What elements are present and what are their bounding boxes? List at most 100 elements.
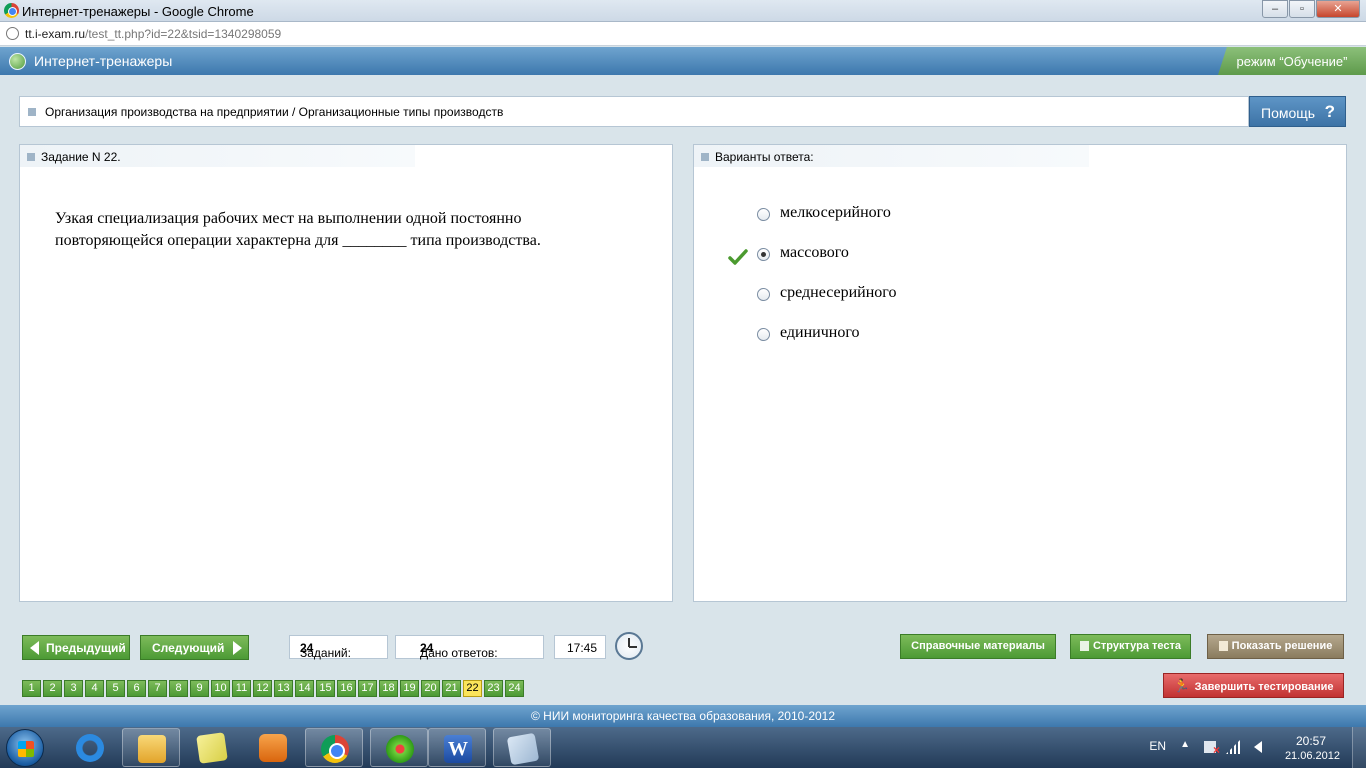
minimize-button[interactable]: –: [1262, 0, 1288, 18]
answers-panel-header: Варианты ответа:: [694, 145, 1089, 167]
page-number-button[interactable]: 21: [442, 680, 461, 697]
page-number-button[interactable]: 1: [22, 680, 41, 697]
breadcrumb-text: Организация производства на предприятии …: [45, 105, 504, 119]
radio-button[interactable]: [757, 208, 770, 221]
taskbar-sticky-notes[interactable]: [183, 728, 241, 767]
show-solution-button[interactable]: Показать решение: [1207, 634, 1344, 659]
running-man-icon: 🏃: [1173, 678, 1190, 693]
url-text[interactable]: tt.i-exam.ru/test_tt.php?id=22&tsid=1340…: [25, 27, 281, 41]
page-number-button[interactable]: 14: [295, 680, 314, 697]
window-title: Интернет-тренажеры - Google Chrome: [22, 4, 254, 19]
taskbar-notepad[interactable]: [493, 728, 551, 767]
page-number-button[interactable]: 18: [379, 680, 398, 697]
page-number-button[interactable]: 19: [400, 680, 419, 697]
clock-time[interactable]: 20:57: [1296, 734, 1326, 748]
taskbar-internet-explorer[interactable]: [61, 728, 119, 767]
answers-heading: Варианты ответа:: [715, 150, 814, 164]
internet-explorer-icon: [76, 734, 104, 762]
next-label: Следующий: [152, 641, 225, 655]
structure-label: Структура теста: [1092, 640, 1182, 652]
page-number-button[interactable]: 20: [421, 680, 440, 697]
taskbar-chrome[interactable]: [305, 728, 363, 767]
taskbar-media-player[interactable]: [244, 728, 302, 767]
reference-materials-button[interactable]: Справочные материалы: [900, 634, 1056, 659]
chrome-icon: [321, 735, 349, 763]
answers-count-box: Дано ответов: 24: [395, 635, 544, 660]
clock-date[interactable]: 21.06.2012: [1285, 750, 1340, 762]
page-number-button[interactable]: 11: [232, 680, 251, 697]
page-number-button[interactable]: 17: [358, 680, 377, 697]
app-title: Интернет-тренажеры: [34, 53, 173, 69]
help-label: Помощь: [1261, 105, 1316, 121]
page-number-button[interactable]: 13: [274, 680, 293, 697]
correct-check-icon: [728, 249, 748, 265]
list-icon: [1079, 641, 1089, 652]
finish-test-button[interactable]: 🏃 Завершить тестирование: [1163, 673, 1344, 698]
answer-text[interactable]: массового: [780, 244, 849, 262]
page-number-bar: 1 2 3 4 5 6 7 8 9 10 11 12 13 14 15 16 17 18 19 20 21 22 23 24: [22, 680, 526, 697]
previous-label: Предыдущий: [46, 641, 126, 655]
page-number-button[interactable]: 4: [85, 680, 104, 697]
answer-text[interactable]: единичного: [780, 324, 860, 342]
window-titlebar: Интернет-тренажеры - Google Chrome – ▫ ✕: [0, 0, 1366, 22]
taskbar-explorer[interactable]: [122, 728, 180, 767]
icq-flower-icon: [386, 735, 414, 763]
task-heading: Задание N 22.: [41, 150, 121, 164]
radio-button[interactable]: [757, 288, 770, 301]
address-bar[interactable]: tt.i-exam.ru/test_tt.php?id=22&tsid=1340…: [0, 22, 1366, 46]
question-line-1: Узкая специализация рабочих мест на выпо…: [55, 210, 522, 227]
page-number-button[interactable]: 15: [316, 680, 335, 697]
page-number-button[interactable]: 22: [463, 680, 482, 697]
answer-text[interactable]: мелкосерийного: [780, 204, 891, 222]
tray-arrow-icon[interactable]: ▲: [1180, 739, 1190, 750]
page-number-button[interactable]: 9: [190, 680, 209, 697]
globe-icon: [6, 27, 19, 40]
taskbar-icq[interactable]: [370, 728, 428, 767]
finish-label: Завершить тестирование: [1194, 681, 1334, 693]
page-number-button[interactable]: 8: [169, 680, 188, 697]
page-number-button[interactable]: 3: [64, 680, 83, 697]
question-mark-icon: ?: [1324, 102, 1335, 121]
next-button[interactable]: Следующий: [140, 635, 249, 660]
arrow-left-icon: [30, 641, 39, 655]
action-center-icon[interactable]: [1204, 741, 1220, 757]
start-button[interactable]: [6, 729, 44, 767]
help-button[interactable]: Помощь ?: [1249, 96, 1346, 127]
system-tray: EN ▲ 20:57 21.06.2012: [1106, 727, 1366, 768]
solution-label: Показать решение: [1231, 640, 1333, 652]
network-signal-icon[interactable]: [1226, 740, 1240, 754]
answers-panel: Варианты ответа: мелкосерийного массовог…: [693, 144, 1347, 602]
page-number-button[interactable]: 7: [148, 680, 167, 697]
page-number-button[interactable]: 6: [127, 680, 146, 697]
volume-icon[interactable]: [1254, 741, 1262, 753]
radio-button[interactable]: [757, 248, 770, 261]
radio-button[interactable]: [757, 328, 770, 341]
show-desktop-button[interactable]: [1352, 727, 1366, 768]
answer-text[interactable]: среднесерийного: [780, 284, 896, 302]
page-number-button[interactable]: 10: [211, 680, 230, 697]
test-structure-button[interactable]: Структура теста: [1070, 634, 1191, 659]
square-bullet-icon: [27, 153, 35, 161]
maximize-button[interactable]: ▫: [1289, 0, 1315, 18]
globe-logo-icon: [9, 53, 26, 70]
page-number-button[interactable]: 5: [106, 680, 125, 697]
close-button[interactable]: ✕: [1316, 0, 1360, 18]
previous-button[interactable]: Предыдущий: [22, 635, 130, 660]
windows-taskbar: W EN ▲ 20:57 21.06.2012: [0, 727, 1366, 768]
reference-label: Справочные материалы: [911, 640, 1045, 652]
page-number-button[interactable]: 12: [253, 680, 272, 697]
language-indicator[interactable]: EN: [1149, 739, 1166, 753]
page-number-button[interactable]: 24: [505, 680, 524, 697]
breadcrumb: Организация производства на предприятии …: [19, 96, 1249, 127]
page-number-button[interactable]: 23: [484, 680, 503, 697]
mode-badge: режим “Обучение”: [1218, 47, 1366, 75]
page-number-button[interactable]: 2: [43, 680, 62, 697]
media-player-icon: [259, 734, 287, 762]
taskbar-word[interactable]: W: [428, 728, 486, 767]
tasks-count-box: Заданий: 24: [289, 635, 388, 660]
tasks-label: Заданий:: [300, 646, 351, 660]
answers-count-label: Дано ответов:: [420, 646, 498, 660]
page-number-button[interactable]: 16: [337, 680, 356, 697]
folder-icon: [138, 735, 166, 763]
clock-icon: [615, 632, 643, 660]
